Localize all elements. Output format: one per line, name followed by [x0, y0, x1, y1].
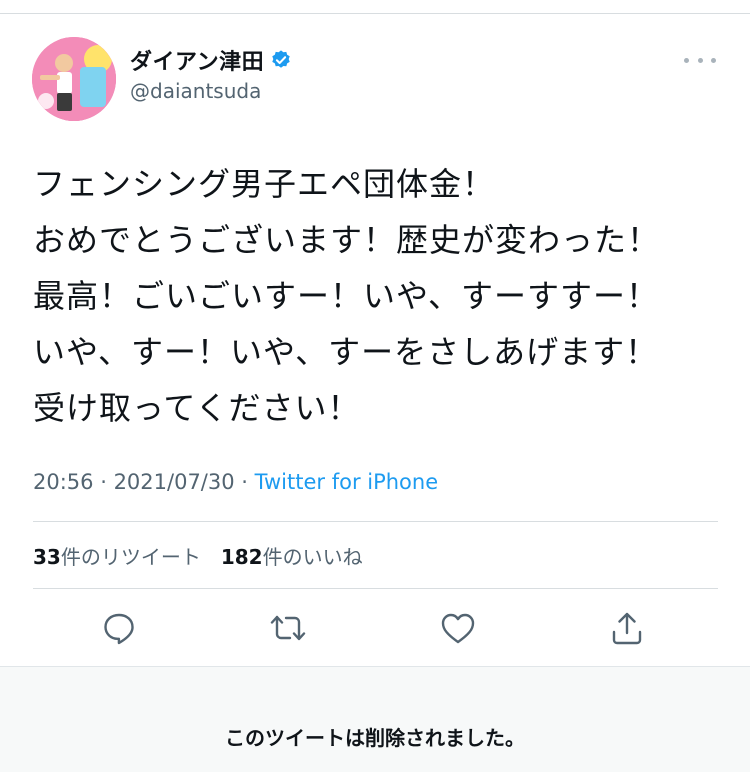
tweet-line: おめでとうございます！歴史が変わった！ — [33, 221, 661, 259]
tweet-line: 最高！ごいごいすー！いや、すーすすー！ — [33, 277, 660, 315]
deleted-tweet-message: このツイートは削除されました。 — [225, 726, 525, 750]
more-dot — [684, 57, 689, 63]
like-stat[interactable]: 182件のいいね — [221, 545, 363, 569]
like-label: 件のいいね — [262, 545, 363, 569]
action-bar — [0, 608, 750, 652]
tweet-source-link[interactable]: Twitter for iPhone — [255, 470, 439, 494]
tweet-line: いや、すー！いや、すーをさしあげます！ — [33, 333, 659, 371]
retweet-stat[interactable]: 33件のリツイート — [33, 545, 201, 569]
author-handle[interactable]: @daiantsuda — [130, 79, 261, 103]
tweet-time[interactable]: 20:56 — [33, 470, 94, 494]
top-divider — [0, 13, 750, 14]
like-icon[interactable] — [438, 608, 478, 648]
author-name-row[interactable]: ダイアン津田 — [130, 44, 292, 76]
tweet-text: フェンシング男子エペ団体金！ おめでとうございます！歴史が変わった！ 最高！ごい… — [33, 156, 723, 436]
avatar[interactable] — [32, 37, 116, 121]
tweet-date[interactable]: 2021/07/30 — [114, 470, 235, 494]
engagement-stats: 33件のリツイート 182件のいいね — [33, 541, 363, 570]
more-dot — [697, 57, 703, 63]
meta-separator: · — [234, 470, 255, 494]
retweet-icon[interactable] — [268, 608, 308, 648]
more-dot — [711, 57, 716, 63]
reply-icon[interactable] — [99, 608, 139, 648]
avatar-image — [32, 37, 116, 121]
meta-separator: · — [93, 470, 114, 494]
share-icon[interactable] — [607, 608, 647, 648]
tweet-line: フェンシング男子エペ団体金！ — [33, 165, 496, 203]
verified-badge-icon — [270, 49, 292, 71]
more-options-icon[interactable] — [684, 50, 716, 70]
retweet-label: 件のリツイート — [60, 545, 201, 569]
divider — [33, 588, 718, 589]
tweet-line: 受け取ってください！ — [33, 389, 361, 427]
author-display-name: ダイアン津田 — [130, 50, 265, 75]
deleted-tweet-banner: このツイートは削除されました。 — [0, 666, 750, 772]
like-count: 182 — [220, 545, 263, 569]
retweet-count: 33 — [33, 545, 61, 569]
divider — [33, 521, 718, 522]
tweet-metadata: 20:56 · 2021/07/30 · Twitter for iPhone — [33, 470, 438, 494]
